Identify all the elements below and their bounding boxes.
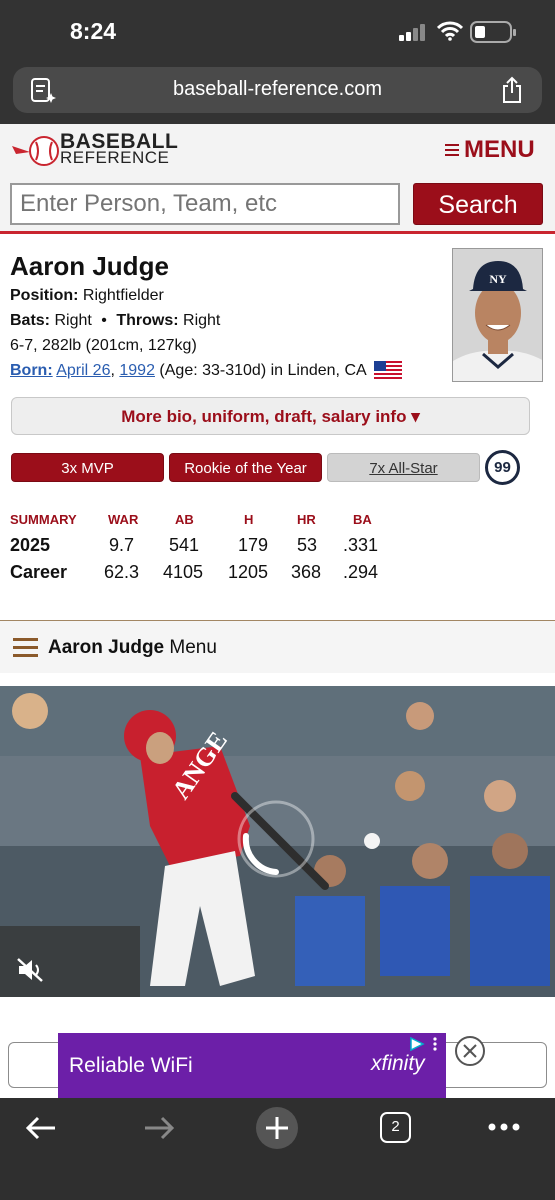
bats-value: Right bbox=[54, 312, 92, 329]
baseball-logo-icon[interactable] bbox=[10, 134, 60, 168]
search-button[interactable]: Search bbox=[413, 183, 543, 225]
jersey-number-badge[interactable]: 99 bbox=[485, 450, 520, 485]
us-flag-icon bbox=[374, 361, 403, 381]
video-player[interactable]: ANGE bbox=[0, 686, 555, 997]
row-label: 2025 bbox=[10, 535, 51, 555]
muted-speaker-icon[interactable] bbox=[16, 957, 44, 983]
ab-header: AB bbox=[175, 512, 194, 527]
battery-icon bbox=[470, 21, 516, 43]
award-mvp[interactable]: 3x MVP bbox=[11, 453, 164, 482]
throws-label: Throws: bbox=[116, 312, 179, 329]
award-all-star[interactable]: 7x All-Star bbox=[327, 453, 480, 482]
row-label: Career bbox=[10, 562, 68, 582]
forward-arrow-icon[interactable] bbox=[143, 1114, 175, 1142]
hamburger-icon bbox=[445, 141, 459, 159]
player-menu-label: Aaron Judge Menu bbox=[48, 637, 217, 659]
born-year-link[interactable]: 1992 bbox=[119, 362, 155, 379]
svg-text:NY: NY bbox=[489, 272, 507, 286]
table-cell: 62.3 bbox=[104, 562, 140, 582]
menu-button[interactable]: MENU bbox=[445, 136, 535, 164]
tabs-button[interactable]: 2 bbox=[380, 1112, 411, 1143]
menu-label: MENU bbox=[464, 136, 535, 163]
born-comma: , bbox=[110, 362, 115, 380]
loading-spinner-icon bbox=[237, 800, 315, 878]
wifi-icon bbox=[437, 21, 463, 41]
site-logo[interactable]: BASEBALL REFERENCE bbox=[60, 131, 178, 167]
bio-size: 6-7, 282lb (201cm, 127kg) bbox=[10, 337, 197, 354]
bats-label: Bats: bbox=[10, 312, 51, 329]
ad-text: Reliable WiFi bbox=[69, 1054, 193, 1077]
table-cell: 541 bbox=[169, 535, 200, 555]
throws-value: Right bbox=[183, 312, 221, 329]
table-cell: 179 bbox=[238, 535, 269, 555]
browser-toolbar: 2 bbox=[0, 1098, 555, 1200]
born-date-link[interactable]: April 26 bbox=[56, 362, 110, 379]
separator: • bbox=[101, 312, 107, 329]
address-bar[interactable]: baseball-reference.com bbox=[13, 67, 542, 113]
born-details: (Age: 33-310d) in Linden, CA bbox=[159, 362, 366, 380]
bio-bats-throws: Bats: Right • Throws: Right bbox=[10, 312, 220, 330]
player-name: Aaron Judge bbox=[10, 251, 169, 281]
born-label[interactable]: Born: bbox=[10, 362, 53, 379]
position-value: Rightfielder bbox=[82, 287, 164, 304]
adchoices-icon[interactable] bbox=[409, 1036, 441, 1052]
share-icon[interactable] bbox=[500, 76, 524, 104]
bio-born: Born: April 26, 1992 (Age: 33-310d) in L… bbox=[10, 361, 403, 381]
position-label: Position: bbox=[10, 287, 79, 304]
player-menu-bar[interactable]: Aaron Judge Menu bbox=[0, 620, 555, 673]
more-options-icon[interactable] bbox=[488, 1123, 520, 1131]
table-cell: .294 bbox=[343, 562, 379, 582]
hr-header: HR bbox=[297, 512, 316, 527]
back-arrow-icon[interactable] bbox=[25, 1114, 57, 1142]
url-text[interactable]: baseball-reference.com bbox=[13, 78, 542, 101]
ad-close-icon[interactable] bbox=[455, 1036, 485, 1066]
table-cell: 1205 bbox=[228, 562, 269, 582]
table-cell: 368 bbox=[291, 562, 322, 582]
logo-line2: REFERENCE bbox=[60, 148, 170, 167]
player-menu-suffix: Menu bbox=[169, 637, 217, 658]
player-menu-name: Aaron Judge bbox=[48, 637, 165, 658]
bio-position: Position: Rightfielder bbox=[10, 287, 164, 305]
table-cell: 53 bbox=[297, 535, 318, 555]
status-time: 8:24 bbox=[70, 18, 117, 44]
table-cell: 4105 bbox=[163, 562, 204, 582]
award-rookie-of-year[interactable]: Rookie of the Year bbox=[169, 453, 322, 482]
h-header: H bbox=[244, 512, 254, 527]
player-headshot: NY bbox=[452, 248, 543, 382]
more-bio-button[interactable]: More bio, uniform, draft, salary info ▾ bbox=[11, 397, 530, 435]
hamburger-icon bbox=[13, 638, 38, 662]
browser-address-area: baseball-reference.com bbox=[0, 62, 555, 124]
status-bar: 8:24 bbox=[0, 0, 555, 62]
war-header: WAR bbox=[108, 512, 139, 527]
summary-header: SUMMARY bbox=[10, 512, 77, 527]
site-header: BASEBALL REFERENCE MENU Search bbox=[0, 124, 555, 234]
table-cell: .331 bbox=[343, 535, 379, 555]
advertisement-banner[interactable]: Reliable WiFi xfinity bbox=[58, 1033, 446, 1098]
table-cell: 9.7 bbox=[109, 535, 135, 555]
search-input[interactable] bbox=[10, 183, 400, 225]
ad-brand: xfinity bbox=[371, 1052, 425, 1075]
cellular-signal-icon bbox=[399, 23, 429, 41]
ba-header: BA bbox=[353, 512, 372, 527]
new-tab-icon[interactable] bbox=[255, 1106, 299, 1150]
